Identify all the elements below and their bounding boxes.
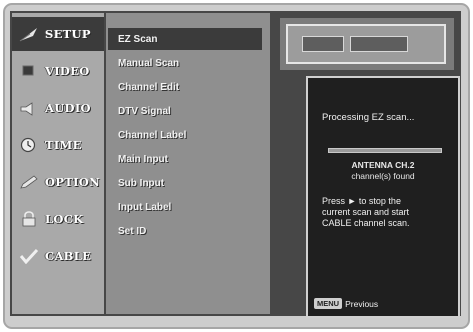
ez-scan-dialog: Processing EZ scan... ANTENNA CH.2 chann…	[306, 76, 460, 318]
clock-icon	[17, 136, 41, 154]
channels-found-label: channel(s) found	[351, 171, 415, 181]
dialog-message-line: Press ► to stop the	[322, 196, 401, 206]
menu-item-label: Sub Input	[118, 177, 165, 189]
sidebar-item-label: SETUP	[45, 27, 91, 41]
sidebar-item-label: CABLE	[45, 249, 92, 263]
background-submenu-panel	[280, 18, 454, 70]
sidebar-item-label: TIME	[45, 138, 82, 152]
setup-menu: EZ Scan Manual Scan Channel Edit DTV Sig…	[106, 13, 270, 314]
dialog-message: Press ► to stop the current scan and sta…	[322, 196, 410, 229]
previous-button[interactable]: MENU Previous	[314, 298, 378, 309]
sidebar-item-label: LOCK	[45, 212, 84, 226]
sidebar-item-audio[interactable]: AUDIO	[12, 91, 104, 125]
sidebar-item-option[interactable]: OPTION	[12, 165, 104, 199]
menu-item-label: Channel Label	[118, 129, 187, 141]
menu-item-channel-label[interactable]: Channel Label	[108, 124, 262, 146]
sidebar-item-label: OPTION	[45, 175, 100, 189]
sidebar-item-time[interactable]: TIME	[12, 128, 104, 162]
menu-item-channel-edit[interactable]: Channel Edit	[108, 76, 262, 98]
feather-icon	[17, 25, 41, 43]
tv-icon	[17, 62, 41, 80]
background-submenu-frame	[286, 24, 446, 64]
pencil-icon	[17, 173, 41, 191]
menu-item-sub-input[interactable]: Sub Input	[108, 172, 262, 194]
menu-item-manual-scan[interactable]: Manual Scan	[108, 52, 262, 74]
sidebar-item-video[interactable]: VIDEO	[12, 54, 104, 88]
sidebar-item-label: VIDEO	[45, 64, 90, 78]
menu-item-main-input[interactable]: Main Input	[108, 148, 262, 170]
background-option	[302, 36, 344, 52]
dialog-title: Processing EZ scan...	[322, 112, 415, 123]
previous-label: Previous	[345, 298, 379, 309]
menu-item-label: Input Label	[118, 201, 172, 213]
scan-progress-bar	[328, 148, 442, 153]
menu-item-label: Channel Edit	[118, 81, 180, 93]
menu-item-label: DTV Signal	[118, 105, 171, 117]
menu-item-label: Main Input	[118, 153, 168, 165]
menu-item-label: Manual Scan	[118, 57, 180, 69]
menu-item-set-id[interactable]: Set ID	[108, 220, 262, 242]
menu-item-label: EZ Scan	[118, 33, 158, 45]
dialog-message-line: current scan and start	[322, 207, 410, 217]
background-option	[350, 36, 408, 52]
sidebar-item-setup[interactable]: SETUP	[12, 17, 104, 51]
menu-key-badge: MENU	[314, 298, 343, 309]
dialog-message-line: CABLE channel scan.	[322, 218, 410, 228]
lock-icon	[17, 210, 41, 228]
menu-item-dtv-signal[interactable]: DTV Signal	[108, 100, 262, 122]
checkmark-icon	[17, 247, 41, 265]
sidebar-item-cable[interactable]: CABLE	[12, 239, 104, 273]
category-sidebar: SETUP VIDEO AUDIO TIME OPTION LOCK CABLE	[12, 13, 104, 314]
speaker-icon	[17, 99, 41, 117]
menu-item-label: Set ID	[118, 225, 147, 237]
menu-item-input-label[interactable]: Input Label	[108, 196, 262, 218]
scan-source-label: ANTENNA CH.2	[351, 160, 415, 170]
menu-item-ez-scan[interactable]: EZ Scan	[108, 28, 262, 50]
sidebar-item-label: AUDIO	[45, 101, 91, 115]
sidebar-item-lock[interactable]: LOCK	[12, 202, 104, 236]
